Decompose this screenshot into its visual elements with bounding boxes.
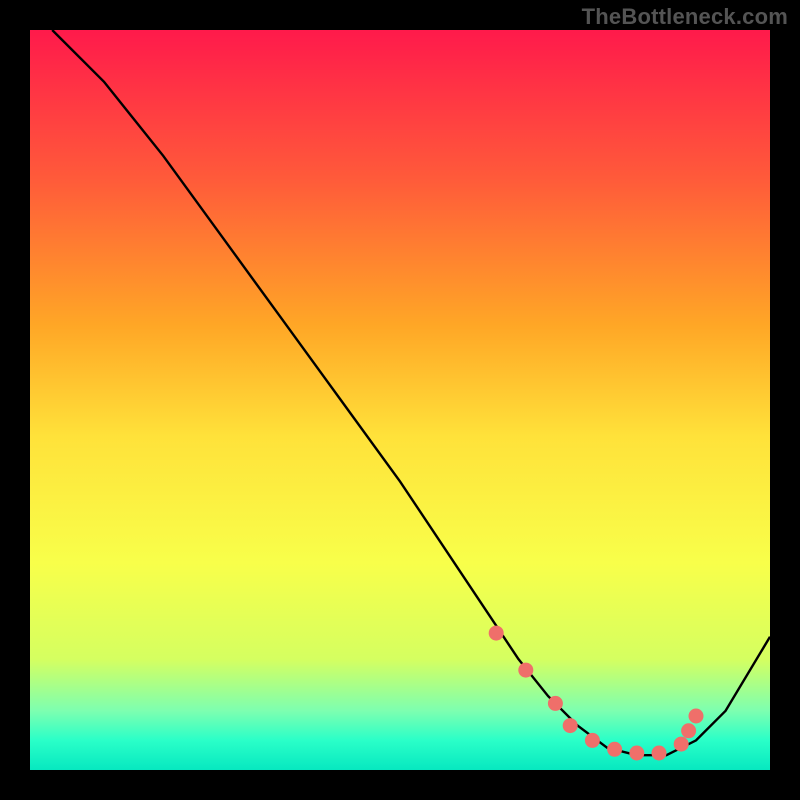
chart-svg: [30, 30, 770, 770]
highlight-dot: [489, 626, 504, 641]
watermark-label: TheBottleneck.com: [582, 4, 788, 30]
plot-area: [30, 30, 770, 770]
highlight-dot: [548, 696, 563, 711]
highlight-dot: [585, 733, 600, 748]
highlight-dot: [563, 718, 578, 733]
highlight-dot: [518, 663, 533, 678]
chart-frame: TheBottleneck.com: [0, 0, 800, 800]
highlight-dot: [607, 742, 622, 757]
highlight-dot: [652, 746, 667, 761]
gradient-background: [30, 30, 770, 770]
highlight-dot: [629, 746, 644, 761]
highlight-dot: [674, 737, 689, 752]
highlight-dot: [681, 723, 696, 738]
highlight-dot: [689, 709, 704, 724]
